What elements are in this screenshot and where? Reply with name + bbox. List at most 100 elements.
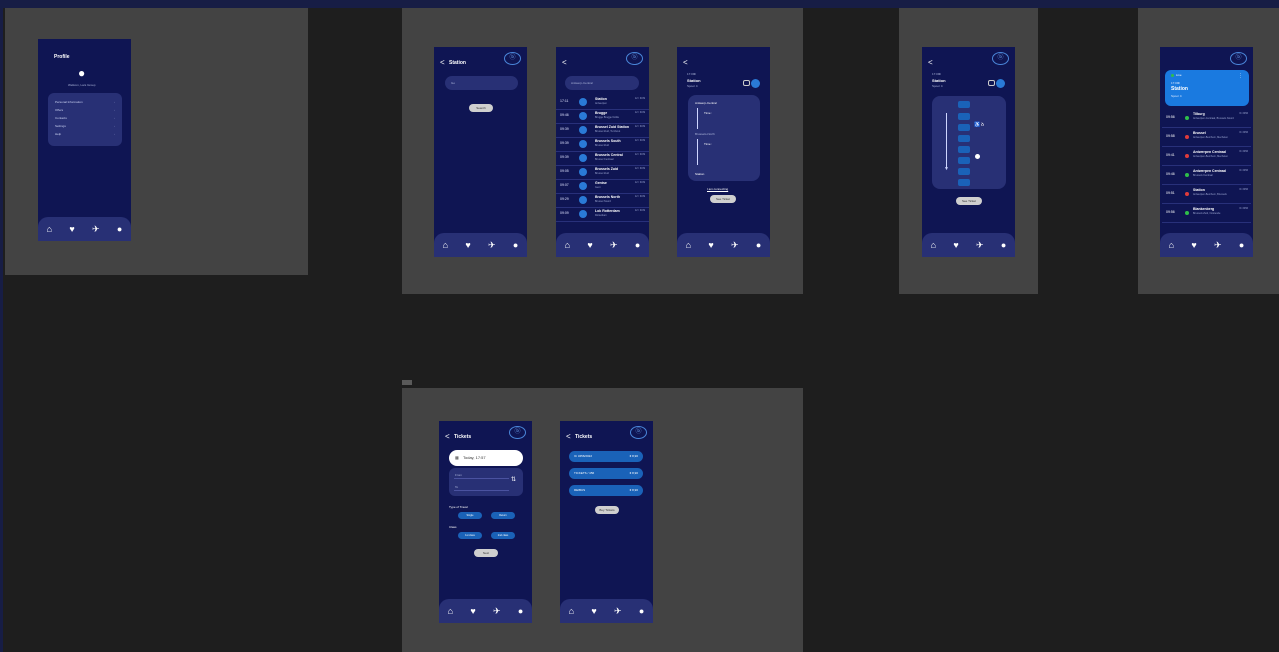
heart-icon[interactable]: ♥ <box>69 224 74 234</box>
connecting-link[interactable]: I am connecting <box>707 187 728 191</box>
tickets-list-screen[interactable]: ⓑ < Tickets IC 3456/2022 € 8,90 TICKETS /… <box>560 421 653 623</box>
first-class-option[interactable]: 1st class <box>458 532 482 539</box>
departure-row[interactable]: 09:05 Brussels Zuid Brussel Zuid 12 / IC09 <box>556 165 649 180</box>
home-icon[interactable]: ⌂ <box>569 606 574 616</box>
ticket-icon[interactable]: ✈ <box>976 240 984 250</box>
user-icon[interactable]: ● <box>513 240 518 250</box>
train-wagon[interactable] <box>958 135 970 142</box>
ticket-icon[interactable]: ✈ <box>493 606 501 616</box>
single-option[interactable]: Single <box>458 512 482 519</box>
user-icon[interactable]: ● <box>117 224 122 234</box>
train-wagon[interactable] <box>958 113 970 120</box>
next-button[interactable]: Next <box>474 549 498 557</box>
train-wagon[interactable] <box>958 168 970 175</box>
live-row[interactable]: 09:46 Antwerpen Centraal Brussels Centraal… <box>1162 166 1251 185</box>
live-row[interactable]: 09:51 Station Antwerpen-Berchem, Brussels I… <box>1162 185 1251 204</box>
frame-tickets[interactable]: ⓑ < Tickets ▦ Today, 17:57 From To ⇅ Typ… <box>402 388 803 652</box>
menu-item-contacts[interactable]: Contacts › <box>55 116 115 120</box>
station-search-input[interactable]: Go <box>445 76 518 90</box>
menu-item-help[interactable]: Help › <box>55 132 115 136</box>
to-field[interactable]: To <box>455 485 458 489</box>
departures-search-input[interactable]: Antwerp-Central <box>565 76 639 90</box>
favorite-icon[interactable] <box>988 80 995 86</box>
live-row[interactable]: 09:58 Brussel Antwerpen-Berchem, Mechelen I… <box>1162 128 1251 147</box>
heart-icon[interactable]: ♥ <box>465 240 470 250</box>
menu-item-offers[interactable]: Offers › <box>55 108 115 112</box>
profile-screen[interactable]: Profile ● Welkom, Lars Groep Personal In… <box>38 39 131 241</box>
ticket-icon[interactable]: ✈ <box>92 224 100 234</box>
departure-row[interactable]: 09:46 Brugge Brugge Brugge Noble 12 / IC09 <box>556 109 649 124</box>
ticket-icon[interactable]: ✈ <box>488 240 496 250</box>
heart-icon[interactable]: ♥ <box>591 606 596 616</box>
user-icon[interactable]: ● <box>518 606 523 616</box>
user-icon[interactable]: ● <box>635 240 640 250</box>
train-wagon[interactable] <box>958 179 970 186</box>
avatar[interactable]: ● <box>78 66 85 80</box>
live-screen[interactable]: ⓑ Live 17:09h Station Spoor 4 ⋮ 09:56 Til… <box>1160 47 1253 257</box>
live-row[interactable]: 09:41 Antwerpen Centraal Antwerpen-Berchem… <box>1162 147 1251 166</box>
menu-item-settings[interactable]: Settings › <box>55 124 115 128</box>
departure-row[interactable]: 09:29 Brussels North Brussel Noord 12 / IC0… <box>556 193 649 208</box>
heart-icon[interactable]: ♥ <box>1191 240 1196 250</box>
favorite-icon[interactable] <box>743 80 750 86</box>
heart-icon[interactable]: ♥ <box>587 240 592 250</box>
heart-icon[interactable]: ♥ <box>953 240 958 250</box>
frame-composition[interactable]: ⓑ < 17:09h Station Spoor 4 ▼ ♿ ꝺ See Tic… <box>899 8 1038 294</box>
home-icon[interactable]: ⌂ <box>47 224 52 234</box>
frame-station[interactable]: ⓑ < Station Go Search ⌂ ♥ ✈ ● ⓑ < Antwer… <box>402 8 803 294</box>
train-icon[interactable] <box>751 79 760 88</box>
return-option[interactable]: Return <box>491 512 515 519</box>
back-icon[interactable]: < <box>928 59 933 67</box>
frame-profile[interactable]: Profile ● Welkom, Lars Groep Personal In… <box>5 8 308 275</box>
train-wagon[interactable] <box>958 124 970 131</box>
departure-row[interactable]: 09:39 Brussels South Brussel Zuid 12 / IC09 <box>556 137 649 152</box>
from-field[interactable]: From <box>455 473 462 477</box>
train-wagon[interactable] <box>958 157 970 164</box>
home-icon[interactable]: ⌂ <box>443 240 448 250</box>
ticket-icon[interactable]: ✈ <box>731 240 739 250</box>
see-ticket-button[interactable]: See Ticket <box>710 195 736 203</box>
train-wagon[interactable] <box>958 146 970 153</box>
home-icon[interactable]: ⌂ <box>448 606 453 616</box>
trip-detail-screen[interactable]: < 17:09h Station Spoor 4 Antwerp-Central… <box>677 47 770 257</box>
menu-item-personal-information[interactable]: Personal Information › <box>55 100 115 104</box>
frame-tag[interactable] <box>402 380 412 385</box>
live-row[interactable]: 09:56 Tilburg Antwerpen-Centraal, Brussels… <box>1162 109 1251 128</box>
back-icon[interactable]: < <box>440 59 445 67</box>
station-search-screen[interactable]: ⓑ < Station Go Search ⌂ ♥ ✈ ● <box>434 47 527 257</box>
ticket-item[interactable]: IC 3456/2022 € 8,90 <box>569 451 643 462</box>
departure-row[interactable]: 09:09 Lok Rotterdam Rotterdam 12 / IC09 <box>556 207 649 222</box>
departure-row[interactable]: 09:39 Brussels Central Brussel Centraal 12 … <box>556 151 649 166</box>
user-icon[interactable]: ● <box>756 240 761 250</box>
frame-live[interactable]: ⓑ Live 17:09h Station Spoor 4 ⋮ 09:56 Til… <box>1138 8 1279 294</box>
heart-icon[interactable]: ♥ <box>708 240 713 250</box>
departures-screen[interactable]: ⓑ < Antwerp-Central 17:11 Station Antwerpe… <box>556 47 649 257</box>
home-icon[interactable]: ⌂ <box>1169 240 1174 250</box>
live-row[interactable]: 09:56 Blankenberg Brussels Zuid, Oostende I… <box>1162 204 1251 223</box>
departure-row[interactable]: 17:11 Station Antwerpen 12 / IC09 <box>556 95 649 110</box>
ticket-item[interactable]: TICKETS / 456 € 8,90 <box>569 468 643 479</box>
user-icon[interactable]: ● <box>1239 240 1244 250</box>
second-class-option[interactable]: 2nd class <box>491 532 515 539</box>
home-icon[interactable]: ⌂ <box>565 240 570 250</box>
buy-tickets-button[interactable]: Buy Tickets <box>595 506 619 514</box>
back-icon[interactable]: < <box>566 433 571 441</box>
tickets-search-screen[interactable]: ⓑ < Tickets ▦ Today, 17:57 From To ⇅ Typ… <box>439 421 532 623</box>
departure-row[interactable]: 09:39 Brussel Zuid Station Brussel Zuid, T… <box>556 123 649 138</box>
ticket-item[interactable]: REIBUS € 8,90 <box>569 485 643 496</box>
ticket-icon[interactable]: ✈ <box>614 606 622 616</box>
departure-row[interactable]: 09:07 Gentse Gent 12 / IC09 <box>556 179 649 194</box>
ticket-icon[interactable]: ✈ <box>1214 240 1222 250</box>
train-icon[interactable] <box>996 79 1005 88</box>
heart-icon[interactable]: ♥ <box>470 606 475 616</box>
date-field[interactable]: ▦ Today, 17:57 <box>449 450 523 466</box>
see-ticket-button[interactable]: See Ticket <box>956 197 982 205</box>
train-wagon[interactable] <box>958 101 970 108</box>
swap-icon[interactable]: ⇅ <box>511 476 516 483</box>
home-icon[interactable]: ⌂ <box>686 240 691 250</box>
live-card[interactable]: Live 17:09h Station Spoor 4 ⋮ <box>1165 70 1249 106</box>
train-composition-screen[interactable]: ⓑ < 17:09h Station Spoor 4 ▼ ♿ ꝺ See Tic… <box>922 47 1015 257</box>
search-button[interactable]: Search <box>469 104 493 112</box>
back-icon[interactable]: < <box>683 59 688 67</box>
user-icon[interactable]: ● <box>1001 240 1006 250</box>
